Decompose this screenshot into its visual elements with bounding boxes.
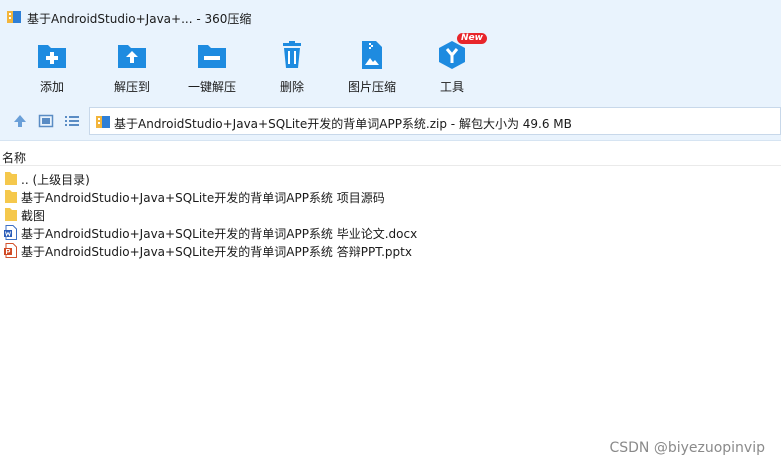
new-badge: New [457,33,487,44]
tools-label: 工具 [439,80,464,94]
folder-icon [5,190,17,203]
list-item-thesis-docx[interactable]: 基于AndroidStudio+Java+SQLite开发的背单词APP系统 毕… [0,223,781,241]
file-name: 基于AndroidStudio+Java+SQLite开发的背单词APP系统 项… [21,191,385,205]
title-bar: 基于AndroidStudio+Java+... - 360压缩 [0,0,781,34]
name-column-header[interactable]: 名称 [0,147,781,165]
extract-to-icon [118,45,146,68]
tools-icon [439,41,465,69]
file-name: .. (上级目录) [21,173,90,187]
image-compress-button[interactable]: 图片压缩 [330,34,414,102]
delete-label: 删除 [279,80,304,94]
app-archive-icon [7,11,21,23]
toolbar: 添加 解压到 一键解压 删除 图片压缩 New 工具 [0,33,781,102]
list-item-parent-directory[interactable]: .. (上级目录) [0,169,781,187]
add-icon [38,45,66,68]
header-divider [0,165,781,166]
one-click-extract-button[interactable]: 一键解压 [170,34,254,102]
powerpoint-document-icon [4,243,17,258]
zip-archive-icon [96,116,110,128]
image-compress-label: 图片压缩 [347,80,396,94]
up-icon[interactable] [12,113,28,129]
file-list: .. (上级目录) 基于AndroidStudio+Java+SQLite开发的… [0,169,781,259]
extract-to-label: 解压到 [113,80,150,94]
list-item-screenshots-folder[interactable]: 截图 [0,205,781,223]
image-compress-icon [362,41,382,69]
one-click-extract-icon [198,45,226,68]
folder-icon [5,208,17,221]
window-title: 基于AndroidStudio+Java+... - 360压缩 [27,12,252,26]
list-item-source-folder[interactable]: 基于AndroidStudio+Java+SQLite开发的背单词APP系统 项… [0,187,781,205]
delete-icon [283,41,301,68]
file-name: 截图 [21,209,46,223]
extract-to-button[interactable]: 解压到 [90,34,174,102]
one-click-extract-label: 一键解压 [187,80,236,94]
path-bar[interactable]: 基于AndroidStudio+Java+SQLite开发的背单词APP系统.z… [89,107,781,135]
archive-path: 基于AndroidStudio+Java+SQLite开发的背单词APP系统.z… [114,117,572,131]
word-document-icon [4,225,17,240]
view-thumbnail-icon[interactable] [38,113,54,129]
list-item-defense-pptx[interactable]: 基于AndroidStudio+Java+SQLite开发的背单词APP系统 答… [0,241,781,259]
add-label: 添加 [39,80,64,94]
file-name: 基于AndroidStudio+Java+SQLite开发的背单词APP系统 答… [21,245,412,259]
add-button[interactable]: 添加 [10,34,94,102]
file-name: 基于AndroidStudio+Java+SQLite开发的背单词APP系统 毕… [21,227,418,241]
delete-button[interactable]: 删除 [250,34,334,102]
name-column-label: 名称 [2,151,27,165]
tools-button[interactable]: New 工具 [410,33,494,102]
folder-icon [5,172,17,185]
csdn-watermark: CSDN @biyezuopinvip [609,440,765,456]
view-list-icon[interactable] [64,113,80,129]
